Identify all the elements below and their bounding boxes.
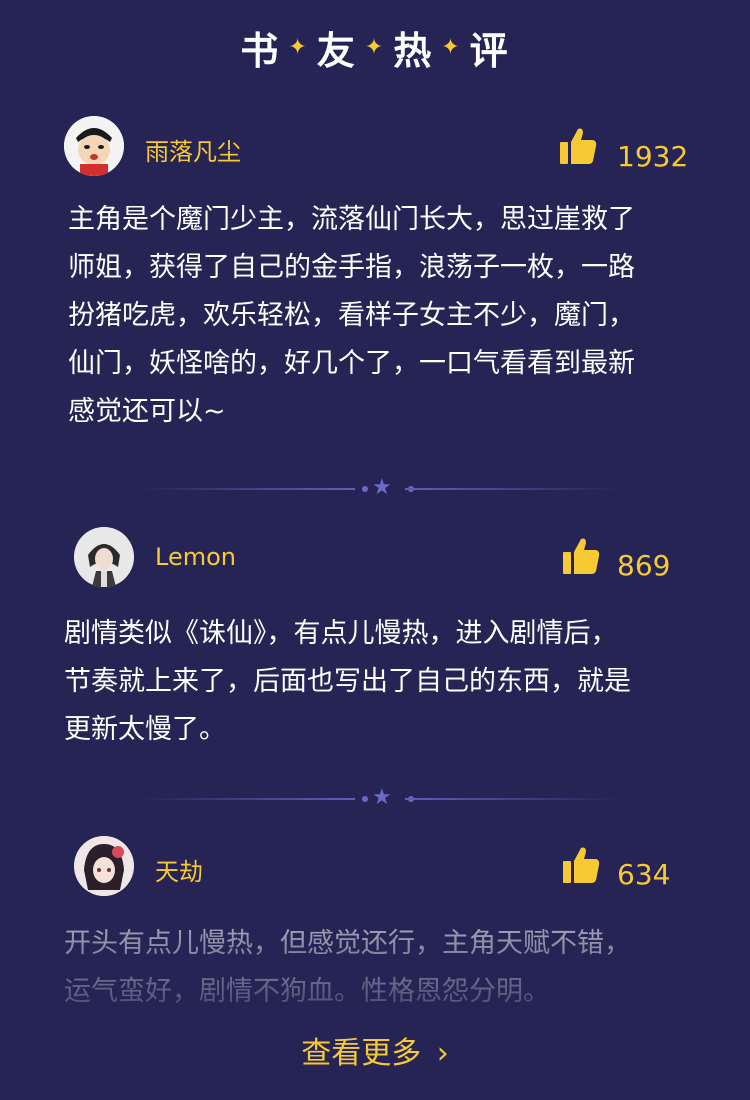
review-text: 开头有点儿慢热，但感觉还行，主角天赋不错， 运气蛮好，剧情不狗血。性格恩怨分明。 xyxy=(64,920,631,1016)
review-text: 剧情类似《诛仙》，有点儿慢热，进入剧情后， 节奏就上来了，后面也写出了自己的东西… xyxy=(64,610,631,754)
divider-dot xyxy=(362,486,368,492)
title-char: 书 xyxy=(240,29,281,73)
divider-line xyxy=(405,488,620,490)
thumbs-up-icon[interactable] xyxy=(561,845,601,885)
star-icon: ★ xyxy=(372,785,392,810)
review-line: 扮猪吃虎，欢乐轻松，看样子女主不少，魔门， xyxy=(68,300,635,331)
like-count: 634 xyxy=(617,858,671,891)
review-line: 仙门，妖怪啥的，好几个了，一口气看看到最新 xyxy=(68,348,635,379)
thumbs-up-icon[interactable] xyxy=(561,536,601,576)
section-title: 书 ✦ 友 ✦ 热 ✦ 评 xyxy=(0,20,750,75)
title-char: 友 xyxy=(316,29,357,73)
sparkle-icon: ✦ xyxy=(288,35,309,60)
review-line: 师姐，获得了自己的金手指，浪荡子一枚，一路 xyxy=(68,252,635,283)
username[interactable]: 雨落凡尘 xyxy=(145,132,241,167)
chevron-right-icon: › xyxy=(436,1036,449,1071)
avatar[interactable] xyxy=(74,836,134,896)
divider-dot xyxy=(362,796,368,802)
divider: ★ xyxy=(140,785,620,810)
divider: ★ xyxy=(140,475,620,500)
review-line: 更新太慢了。 xyxy=(64,714,226,745)
review-line: 运气蛮好，剧情不狗血。性格恩怨分明。 xyxy=(64,976,550,1007)
title-char: 热 xyxy=(393,29,434,73)
thumbs-up-icon[interactable] xyxy=(558,126,598,166)
review-line: 节奏就上来了，后面也写出了自己的东西，就是 xyxy=(64,666,631,697)
sparkle-icon: ✦ xyxy=(441,35,462,60)
title-char: 评 xyxy=(469,29,510,73)
username[interactable]: 天劫 xyxy=(155,852,203,887)
divider-line xyxy=(140,798,355,800)
divider-line xyxy=(405,798,620,800)
divider-line xyxy=(140,488,355,490)
username[interactable]: Lemon xyxy=(155,543,236,571)
sparkle-icon: ✦ xyxy=(364,35,386,60)
avatar[interactable] xyxy=(64,116,124,176)
like-count: 869 xyxy=(617,549,671,582)
review-line: 剧情类似《诛仙》，有点儿慢热，进入剧情后， xyxy=(64,618,618,649)
like-count: 1932 xyxy=(617,140,689,173)
review-line: 感觉还可以~ xyxy=(68,396,226,427)
review-text: 主角是个魔门少主，流落仙门长大，思过崖救了 师姐，获得了自己的金手指，浪荡子一枚… xyxy=(68,196,635,436)
review-line: 开头有点儿慢热，但感觉还行，主角天赋不错， xyxy=(64,928,631,959)
see-more-label: 查看更多 xyxy=(301,1036,422,1071)
review-line: 主角是个魔门少主，流落仙门长大，思过崖救了 xyxy=(68,204,635,235)
avatar[interactable] xyxy=(74,527,134,587)
see-more-button[interactable]: 查看更多 › xyxy=(0,1028,750,1072)
star-icon: ★ xyxy=(372,475,392,500)
